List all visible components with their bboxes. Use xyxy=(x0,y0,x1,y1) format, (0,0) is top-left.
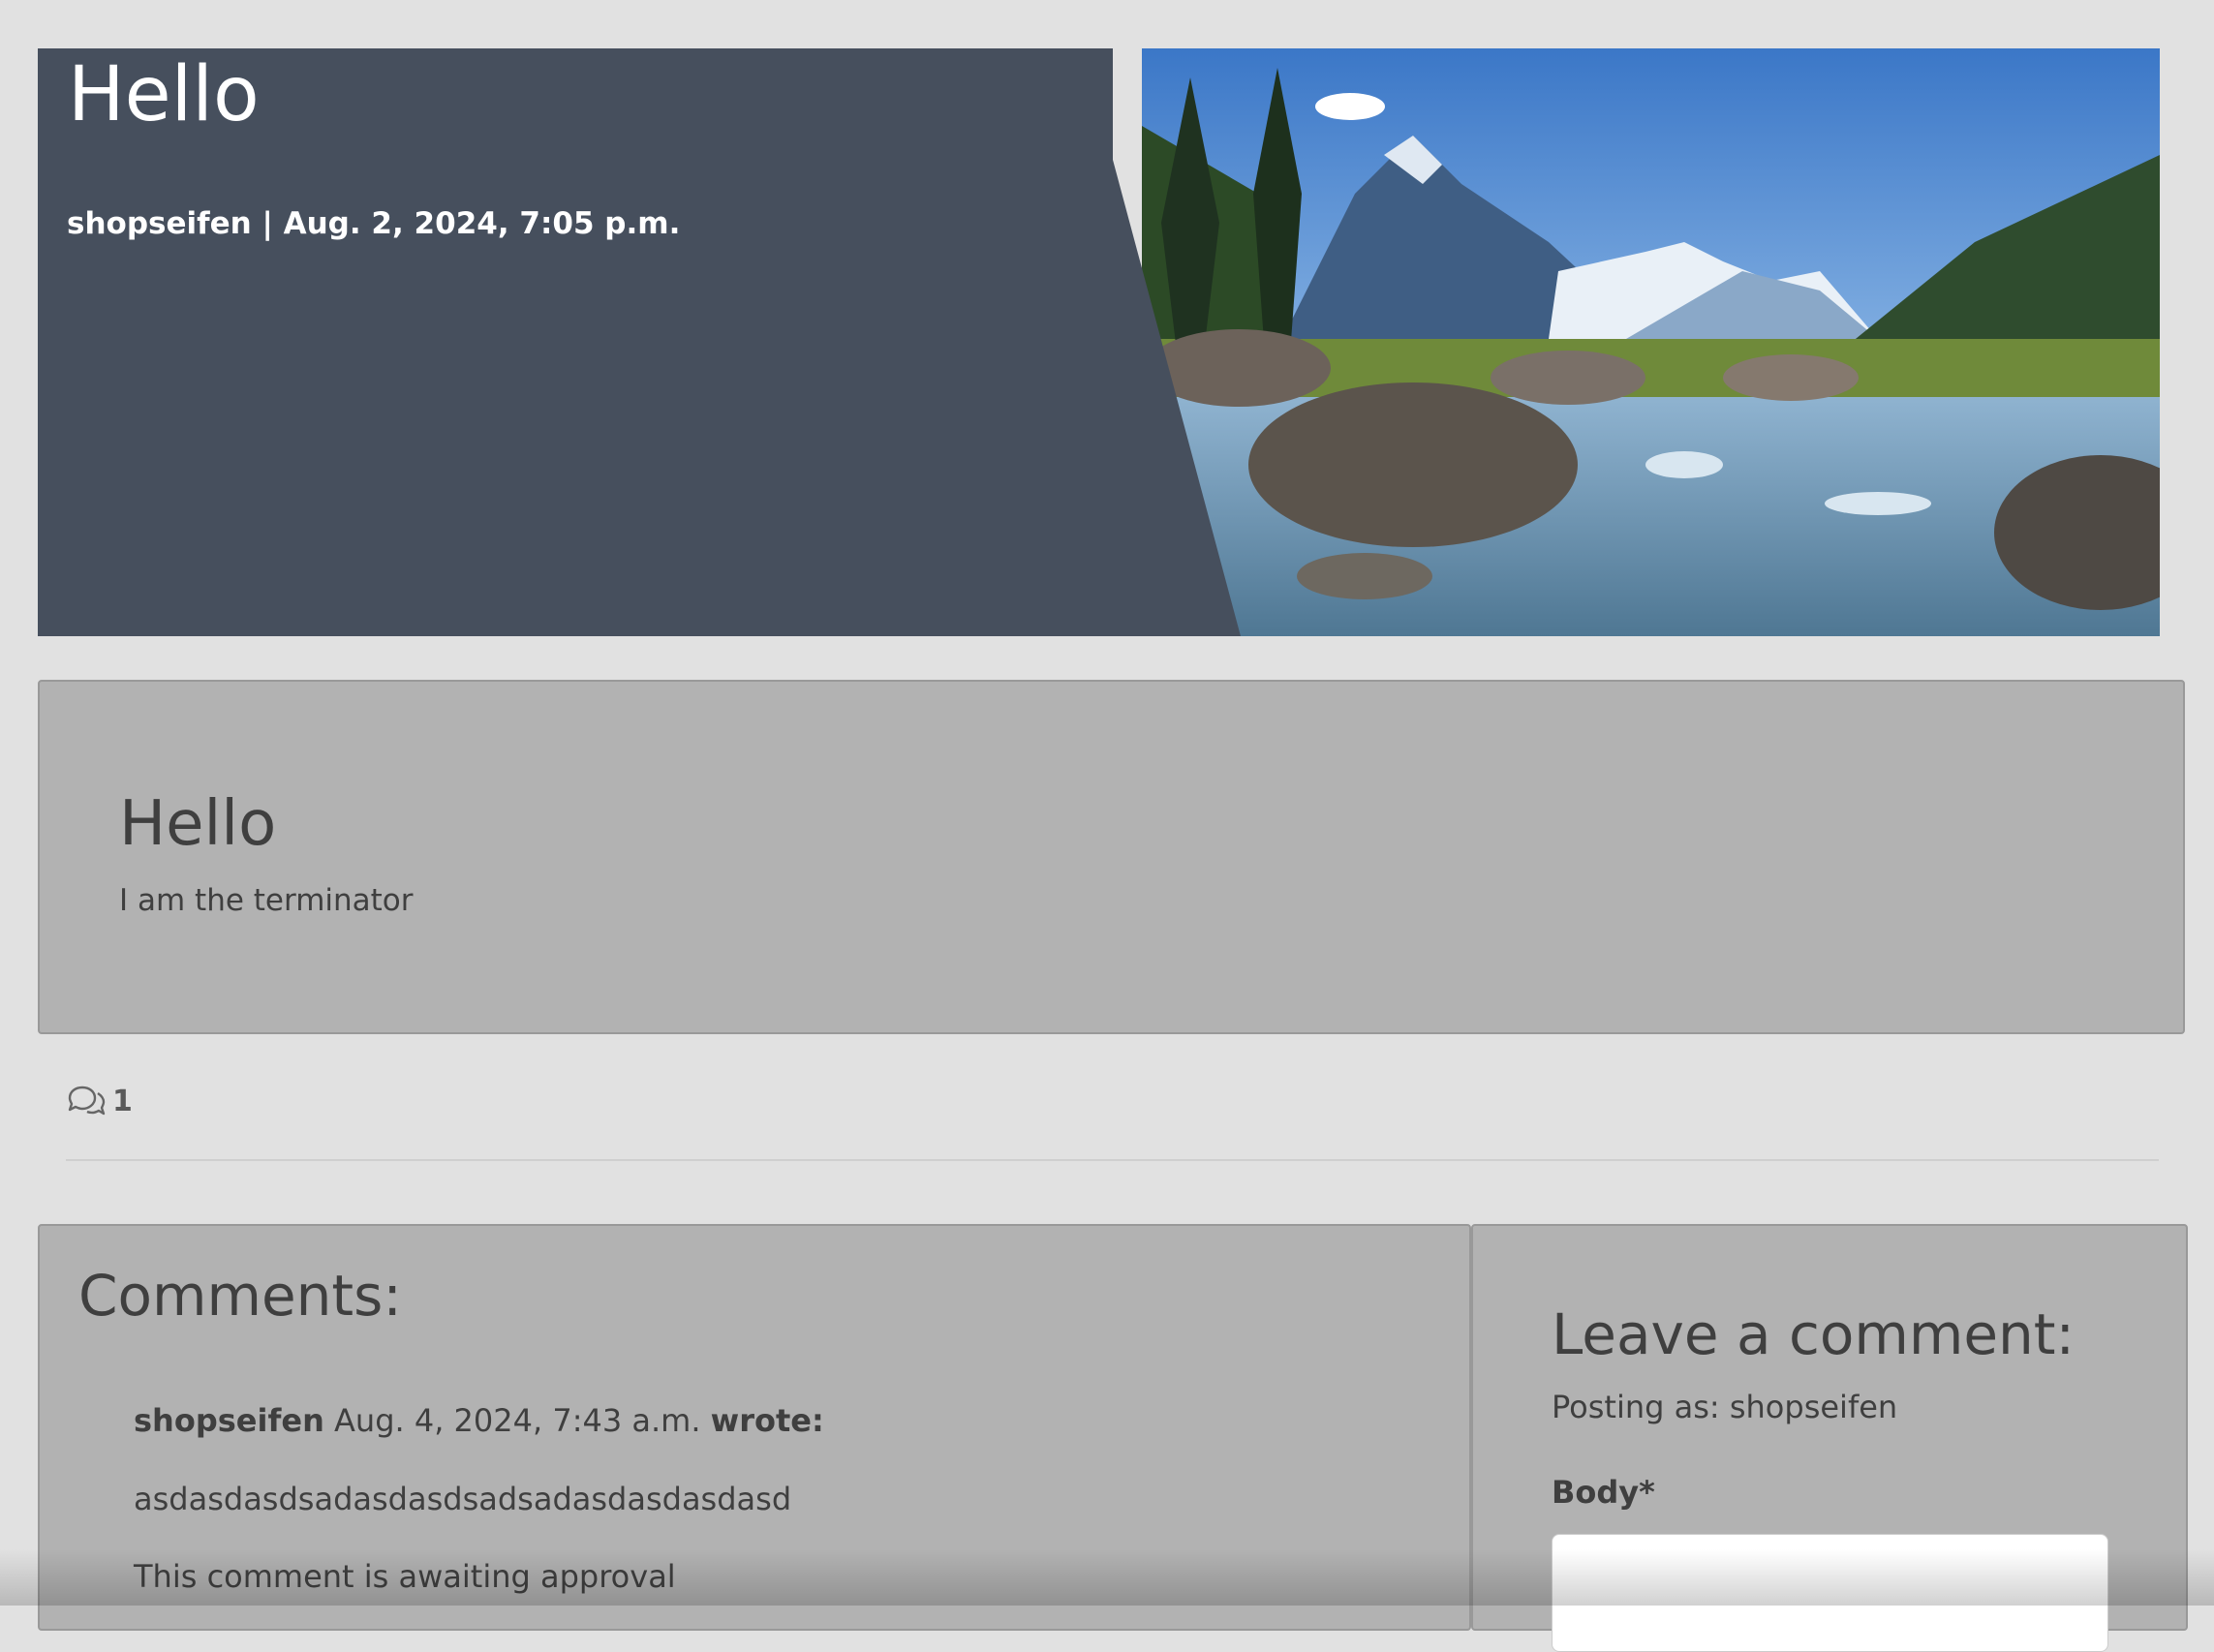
comment-wrote-label: wrote: xyxy=(710,1402,824,1439)
comment-status: This comment is awaiting approval xyxy=(134,1558,676,1595)
post-hero: Hello shopseifen | Aug. 2, 2024, 7:05 p.… xyxy=(38,48,2160,636)
body-textarea[interactable] xyxy=(1552,1534,2108,1652)
comment-form-heading: Leave a comment: xyxy=(1552,1301,2076,1367)
comments-icon xyxy=(68,1086,106,1115)
comment-date: Aug. 4, 2024, 7:43 a.m. xyxy=(334,1402,701,1439)
comment-text: asdasdasdsadasdasdsadsadasdasdasdasd xyxy=(134,1481,792,1517)
comment-form-card: Leave a comment: Posting as: shopseifen … xyxy=(1471,1224,2188,1652)
section-divider xyxy=(66,1159,2159,1161)
hero-title: Hello xyxy=(68,51,260,138)
hero-meta: shopseifen | Aug. 2, 2024, 7:05 p.m. xyxy=(67,206,681,241)
comment-count-value: 1 xyxy=(112,1085,133,1118)
comment-header: shopseifen Aug. 4, 2024, 7:43 a.m. wrote… xyxy=(134,1402,824,1439)
comments-card: Comments: shopseifen Aug. 4, 2024, 7:43 … xyxy=(38,1224,1471,1631)
comments-heading: Comments: xyxy=(78,1263,402,1329)
post-content-card: Hello I am the terminator xyxy=(38,680,2185,1034)
comment-count: 1 xyxy=(66,1085,133,1118)
body-field-label: Body* xyxy=(1552,1474,1655,1511)
posting-as-label: Posting as: shopseifen xyxy=(1552,1389,1898,1425)
hero-diagonal-overlay xyxy=(1113,48,1241,636)
comment-author: shopseifen xyxy=(134,1402,324,1439)
post-body: I am the terminator xyxy=(119,883,414,918)
post-title: Hello xyxy=(119,788,277,860)
